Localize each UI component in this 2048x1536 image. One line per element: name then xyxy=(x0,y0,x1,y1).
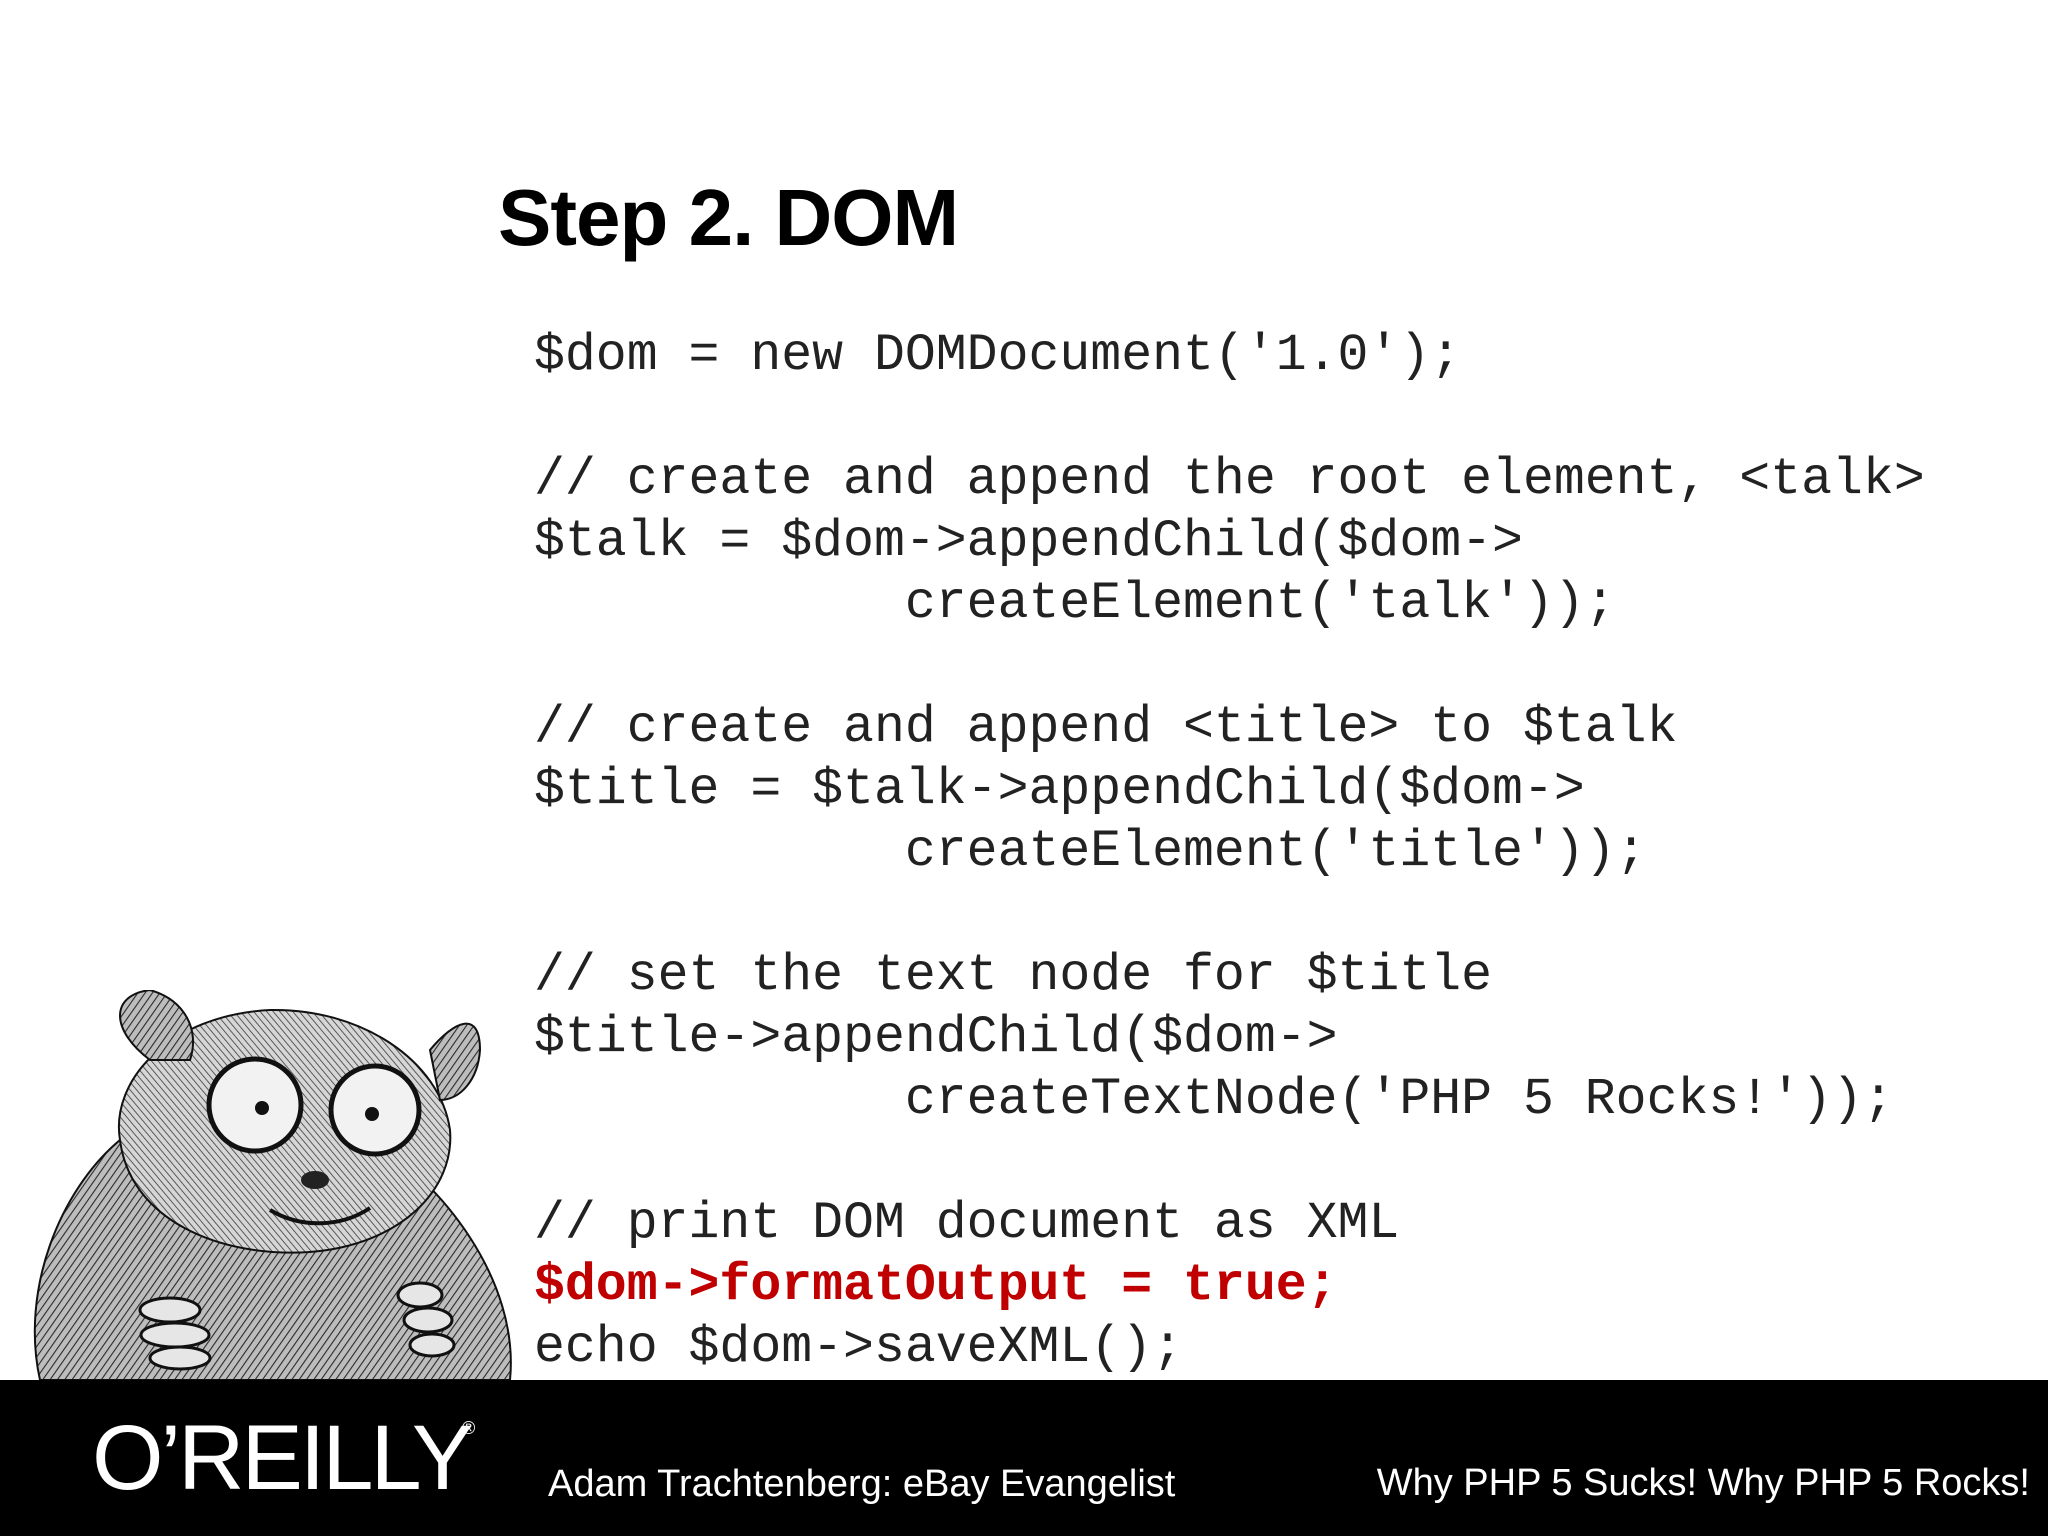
code-line: $title = $talk->appendChild($dom-> xyxy=(534,761,1585,819)
code-line: // set the text node for $title xyxy=(534,947,1493,1005)
oreilly-logo: O’REILLY xyxy=(92,1407,473,1509)
code-block: $dom = new DOMDocument('1.0'); // create … xyxy=(534,325,2034,1379)
code-line: // create and append the root element, <… xyxy=(534,451,1925,509)
code-line: $talk = $dom->appendChild($dom-> xyxy=(534,513,1523,571)
slide: Step 2. DOM $dom = new DOMDocument('1.0'… xyxy=(0,0,2048,1536)
slide-title: Step 2. DOM xyxy=(498,173,959,262)
code-line: // print DOM document as XML xyxy=(534,1195,1400,1253)
registered-mark: ® xyxy=(462,1418,476,1438)
code-line: // create and append <title> to $talk xyxy=(534,699,1678,757)
code-line: createElement('title')); xyxy=(534,823,1647,881)
code-line: $title->appendChild($dom-> xyxy=(534,1009,1338,1067)
code-line: createElement('talk')); xyxy=(534,575,1616,633)
code-line: createTextNode('PHP 5 Rocks!')); xyxy=(534,1071,1894,1129)
code-line: echo $dom->saveXML(); xyxy=(534,1319,1184,1377)
tarsier-illustration xyxy=(33,990,512,1381)
footer-talk-title: Why PHP 5 Sucks! Why PHP 5 Rocks! xyxy=(1376,1462,2030,1504)
code-line: $dom = new DOMDocument('1.0'); xyxy=(534,327,1462,385)
code-line-highlighted: $dom->formatOutput = true; xyxy=(534,1257,1338,1315)
footer-author: Adam Trachtenberg: eBay Evangelist xyxy=(548,1463,1176,1505)
